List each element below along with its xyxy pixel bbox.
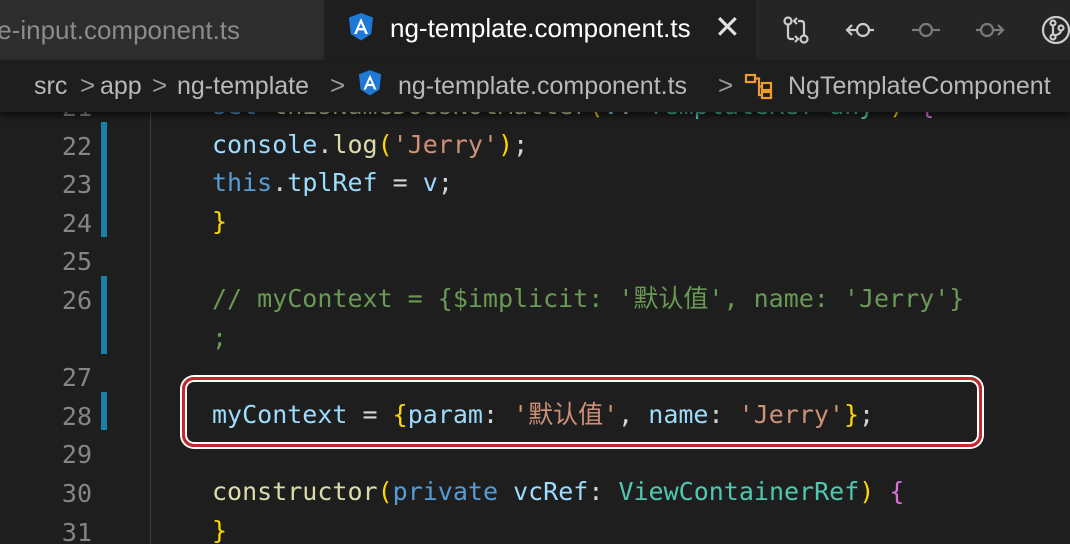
- code-line: }: [212, 203, 227, 241]
- breadcrumb-separator: >: [80, 70, 96, 100]
- angular-icon: [358, 69, 382, 104]
- code-token: }: [212, 206, 228, 236]
- breadcrumb-item-file[interactable]: ng-template.component.ts: [398, 72, 687, 101]
- modified-gutter-indicator: [101, 392, 107, 430]
- code-token: // myContext = {$implicit: '默认值', name: …: [212, 284, 965, 313]
- tab-label: te-input.component.ts: [0, 14, 241, 45]
- modified-gutter-indicator: [101, 122, 107, 237]
- line-number: 23: [61, 170, 92, 200]
- code-token: ): [498, 129, 514, 159]
- code-token: .: [272, 168, 288, 198]
- code-token: vcRef: [513, 477, 589, 506]
- code-token: v: [422, 168, 438, 198]
- code-token: ;: [212, 322, 228, 352]
- code-token: private: [392, 477, 514, 506]
- code-token: this: [212, 168, 273, 198]
- code-token: :: [588, 477, 619, 506]
- code-line: // myContext = {$implicit: '默认值', name: …: [212, 280, 964, 318]
- line-number: 29: [61, 440, 92, 470]
- code-token: (: [377, 477, 393, 506]
- tab-label: ng-template.component.ts: [390, 13, 691, 43]
- code-line: ;: [212, 319, 227, 357]
- code-token: }: [212, 515, 228, 544]
- code-line: this.tplRef = v;: [212, 164, 453, 202]
- line-number: 25: [61, 247, 92, 277]
- code-token: ;: [513, 129, 529, 159]
- code-token: ): [859, 477, 875, 506]
- branch-icon[interactable]: [1040, 14, 1070, 46]
- code-token: ViewContainerRef: [618, 477, 860, 506]
- code-token: 'Jerry': [392, 129, 498, 159]
- code-token: ;: [437, 168, 453, 198]
- tab-active[interactable]: ng-template.component.ts ✕: [326, 0, 756, 60]
- code-line: console.log('Jerry');: [212, 126, 528, 164]
- breadcrumb-separator: >: [718, 70, 734, 100]
- code-token: =: [377, 168, 423, 198]
- breadcrumb-separator: >: [330, 70, 346, 100]
- class-symbol-icon: [744, 72, 774, 107]
- breadcrumb-item-app[interactable]: app: [100, 72, 142, 101]
- code-token: tplRef: [287, 168, 378, 198]
- breadcrumb-item-folder[interactable]: ng-template: [177, 72, 309, 101]
- code-token: constructor: [212, 477, 378, 506]
- code-token: (: [377, 129, 393, 159]
- line-number: 22: [61, 131, 92, 161]
- line-number: 31: [61, 517, 92, 544]
- timeline-icon[interactable]: [910, 14, 942, 46]
- code-token: .: [317, 129, 333, 159]
- go-back-icon[interactable]: [844, 14, 876, 46]
- highlight-annotation: [182, 377, 982, 447]
- code-token: log: [332, 129, 378, 159]
- breadcrumb-item-symbol[interactable]: NgTemplateComponent: [788, 72, 1051, 101]
- source-control-icon[interactable]: [780, 14, 812, 46]
- code-line: constructor(private vcRef: ViewContainer…: [212, 473, 904, 511]
- breadcrumb: src > app > ng-template > ng-template.co…: [0, 60, 1070, 112]
- line-number: 28: [61, 401, 92, 431]
- editor-actions: [756, 0, 1070, 60]
- angular-icon: [348, 12, 374, 49]
- code-line: }: [212, 512, 227, 544]
- code-editor[interactable]: 21set thisNameDoesNotMatter(v: TemplateR…: [0, 96, 1070, 544]
- modified-gutter-indicator: [101, 276, 107, 354]
- close-icon[interactable]: ✕: [714, 8, 741, 46]
- line-number: 26: [61, 286, 92, 315]
- tab-inactive[interactable]: te-input.component.ts: [0, 0, 325, 60]
- breadcrumb-separator: >: [152, 70, 168, 100]
- line-number: 27: [61, 363, 92, 393]
- code-token: console: [212, 129, 318, 159]
- indent-guide: [150, 96, 151, 544]
- breadcrumb-item-src[interactable]: src: [34, 72, 67, 101]
- code-token: {: [889, 477, 905, 506]
- tab-bar: te-input.component.ts ng-template.compon…: [0, 0, 1070, 60]
- line-number: 24: [61, 208, 92, 238]
- line-number: 30: [61, 479, 92, 508]
- go-forward-icon[interactable]: [974, 14, 1006, 46]
